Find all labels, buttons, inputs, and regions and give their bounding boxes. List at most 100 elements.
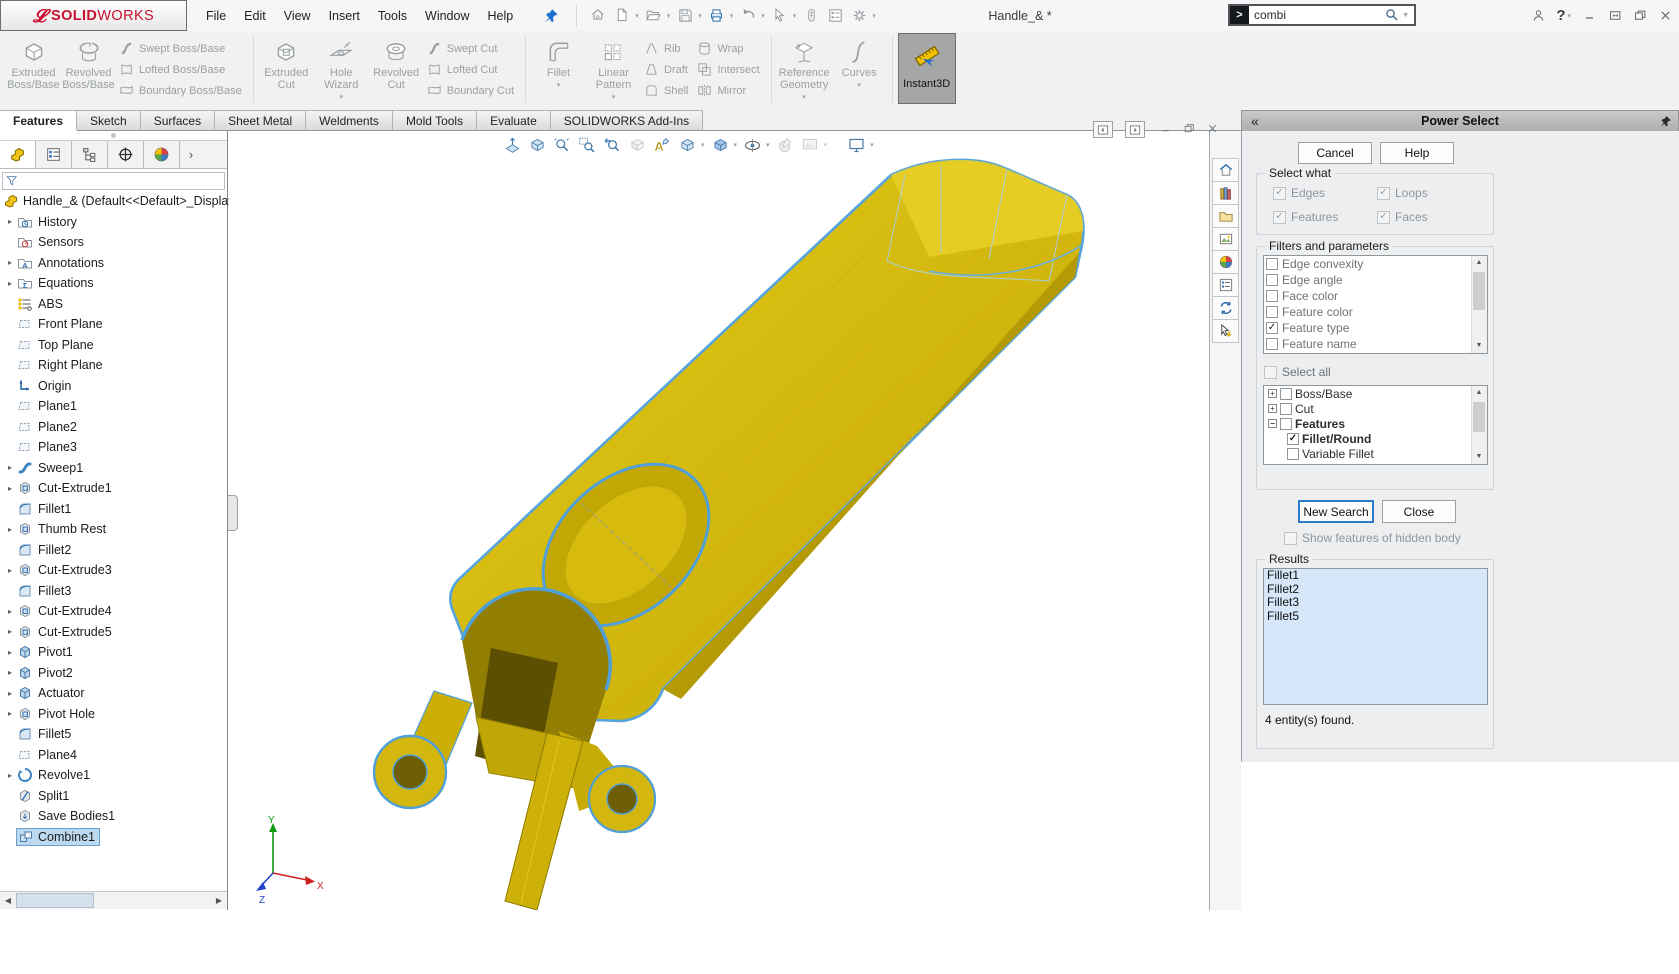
tab-weldments[interactable]: Weldments: [305, 110, 393, 131]
feature-type-fillet-round[interactable]: ✓Fillet/Round: [1264, 431, 1487, 446]
expand-arrow-icon[interactable]: ▸: [3, 566, 17, 575]
tree-item-abs[interactable]: ABS: [0, 294, 227, 315]
result-item[interactable]: Fillet2: [1264, 583, 1487, 597]
dropdown-caret-icon[interactable]: ▾: [612, 93, 616, 101]
help-icon[interactable]: ?▾: [1556, 7, 1573, 24]
tree-item-combine1[interactable]: Combine1: [0, 827, 227, 848]
menu-help[interactable]: Help: [479, 5, 523, 27]
filter-listbox[interactable]: Edge convexityEdge angleFace colorFeatur…: [1263, 255, 1488, 354]
search-icon[interactable]: ▼: [1384, 7, 1411, 23]
dropdown-caret-icon[interactable]: ▾: [557, 81, 561, 89]
filter-option-edge-convexity[interactable]: Edge convexity: [1264, 256, 1487, 272]
previous-view-icon[interactable]: [601, 134, 624, 156]
checkbox-icon[interactable]: ✓: [1377, 187, 1390, 200]
feature-type-boss-base[interactable]: +Boss/Base: [1264, 386, 1487, 401]
show-hidden-body-checkbox[interactable]: Show features of hidden body: [1284, 531, 1461, 545]
search-box[interactable]: > combi ▼: [1228, 4, 1416, 26]
expand-arrow-icon[interactable]: ▸: [3, 648, 17, 657]
tree-item-top-plane[interactable]: Top Plane: [0, 335, 227, 356]
checkbox-faces[interactable]: ✓Faces: [1377, 210, 1428, 224]
result-item[interactable]: Fillet5: [1264, 610, 1487, 624]
scroll-right-icon[interactable]: ▶: [211, 892, 227, 909]
filter-option-feature-name[interactable]: Feature name: [1264, 336, 1487, 352]
tree-item-fillet1[interactable]: Fillet1: [0, 499, 227, 520]
instant3d-button[interactable]: Instant3D: [898, 33, 956, 104]
tree-item-split1[interactable]: Split1: [0, 786, 227, 807]
tree-item-revolve1[interactable]: ▸Revolve1: [0, 765, 227, 786]
feature-types-scrollbar[interactable]: ▲▼: [1471, 386, 1487, 464]
tree-filter-bar[interactable]: [2, 172, 225, 190]
select-pointer-icon[interactable]: ▾: [769, 5, 799, 27]
tree-item-equations[interactable]: ▸ΣEquations: [0, 273, 227, 294]
zoom-to-fit-icon[interactable]: [551, 134, 574, 156]
menu-tools[interactable]: Tools: [369, 5, 416, 27]
tree-item-fillet3[interactable]: Fillet3: [0, 581, 227, 602]
revolved-boss-base-button[interactable]: Revolved Boss/Base: [61, 33, 116, 98]
reference-geometry-button[interactable]: Reference Geometry▾: [777, 33, 832, 101]
dropdown-caret-icon[interactable]: ▾: [857, 81, 861, 89]
new-document-icon[interactable]: ▾: [611, 5, 641, 27]
tree-item-right-plane[interactable]: Right Plane: [0, 355, 227, 376]
tree-expander-icon[interactable]: +: [1268, 389, 1277, 398]
zoom-to-area-icon[interactable]: [576, 134, 599, 156]
expand-arrow-icon[interactable]: ▸: [3, 217, 17, 226]
resize-button[interactable]: [1608, 8, 1623, 23]
checkbox-icon[interactable]: [1280, 418, 1292, 430]
lofted-cut-button[interactable]: Lofted Cut: [427, 62, 514, 77]
search-input[interactable]: combi: [1249, 8, 1384, 22]
result-item[interactable]: Fillet3: [1264, 596, 1487, 610]
menu-file[interactable]: File: [197, 5, 235, 27]
tree-horizontal-scrollbar[interactable]: ◀ ▶: [0, 891, 227, 909]
view-orientation-icon[interactable]: ▾: [676, 134, 707, 156]
tree-item-plane3[interactable]: Plane3: [0, 437, 227, 458]
appearances-scenes-icon[interactable]: [1212, 250, 1239, 274]
tree-item-cut-extrude1[interactable]: ▸Cut-Extrude1: [0, 478, 227, 499]
boundary-boss-base-button[interactable]: Boundary Boss/Base: [119, 83, 242, 98]
help-button[interactable]: Help: [1380, 142, 1454, 164]
filter-scrollbar[interactable]: ▲▼: [1471, 256, 1487, 353]
linear-pattern-button[interactable]: Linear Pattern▾: [586, 33, 641, 101]
lofted-boss-base-button[interactable]: Lofted Boss/Base: [119, 62, 242, 77]
tree-item-plane2[interactable]: Plane2: [0, 417, 227, 438]
expand-arrow-icon[interactable]: ▸: [3, 525, 17, 534]
feature-type-cut[interactable]: +Cut: [1264, 401, 1487, 416]
home-icon[interactable]: [587, 5, 609, 27]
design-library-icon[interactable]: [1212, 181, 1239, 205]
save-icon[interactable]: ▾: [674, 5, 704, 27]
checkbox-features[interactable]: ✓Features: [1273, 210, 1338, 224]
collapse-panel-icon[interactable]: «: [1242, 113, 1268, 129]
print-icon[interactable]: ▾: [706, 5, 736, 27]
select-all-checkbox[interactable]: Select all: [1264, 365, 1331, 379]
checkbox-icon[interactable]: ✓: [1266, 322, 1278, 334]
undo-icon[interactable]: ▾: [737, 5, 767, 27]
home-tab-icon[interactable]: [1212, 158, 1239, 182]
checkbox-icon[interactable]: ✓: [1273, 211, 1286, 224]
menu-view[interactable]: View: [275, 5, 320, 27]
checkbox-icon[interactable]: [1266, 290, 1278, 302]
checkbox-icon[interactable]: [1280, 403, 1292, 415]
tree-item-plane4[interactable]: Plane4: [0, 745, 227, 766]
tree-item-history[interactable]: ▸History: [0, 212, 227, 233]
custom-properties-icon[interactable]: [1212, 273, 1239, 297]
menu-insert[interactable]: Insert: [320, 5, 369, 27]
tree-item-cut-extrude3[interactable]: ▸Cut-Extrude3: [0, 560, 227, 581]
checkbox-icon[interactable]: [1266, 274, 1278, 286]
feature-type-features[interactable]: −Features: [1264, 416, 1487, 431]
tree-item-actuator[interactable]: ▸Actuator: [0, 683, 227, 704]
filter-option-edge-angle[interactable]: Edge angle: [1264, 272, 1487, 288]
menu-window[interactable]: Window: [416, 5, 478, 27]
tab-features[interactable]: Features: [0, 110, 77, 131]
displaymanager-tab[interactable]: [144, 141, 180, 168]
view-settings-icon[interactable]: ▾: [845, 134, 876, 156]
checkbox-icon[interactable]: [1264, 366, 1277, 379]
checkbox-icon[interactable]: ✓: [1287, 433, 1299, 445]
rib-button[interactable]: Rib: [644, 41, 688, 56]
mouse-gestures-icon[interactable]: [800, 5, 822, 27]
checkbox-icon[interactable]: [1266, 258, 1278, 270]
doc-close-button[interactable]: [1203, 121, 1221, 136]
expand-arrow-icon[interactable]: ▸: [3, 689, 17, 698]
checkbox-loops[interactable]: ✓Loops: [1377, 186, 1428, 200]
tree-item-pivot-hole[interactable]: ▸Pivot Hole: [0, 704, 227, 725]
tree-item-origin[interactable]: Origin: [0, 376, 227, 397]
tab-evaluate[interactable]: Evaluate: [476, 110, 551, 131]
